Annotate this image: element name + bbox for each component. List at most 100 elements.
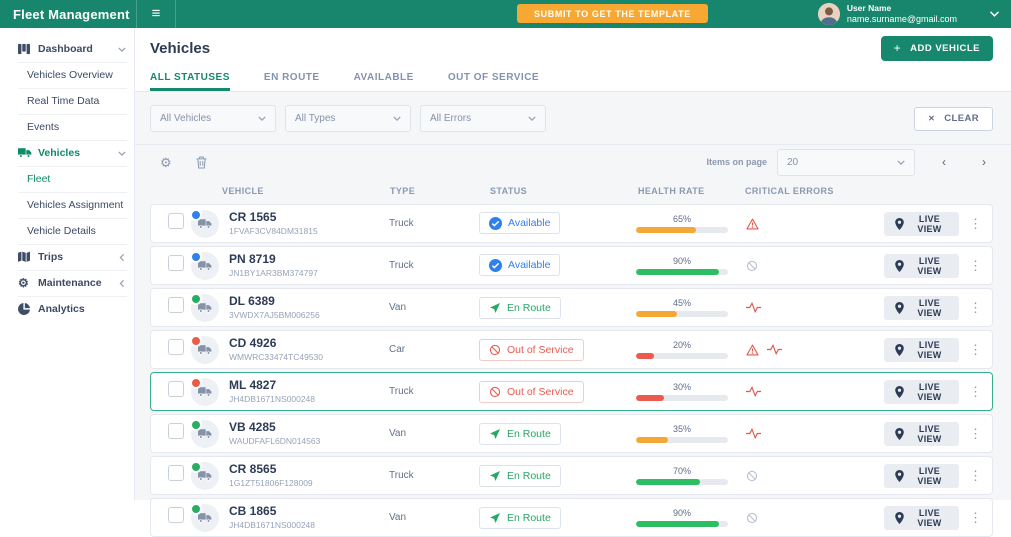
sidebar-item-analytics[interactable]: Analytics — [0, 296, 134, 322]
types-filter-value: All Types — [295, 113, 336, 124]
live-view-button[interactable]: LIVE VIEW — [884, 379, 959, 404]
health-rate-bar — [636, 269, 728, 275]
sidebar-item-trips[interactable]: Trips — [0, 244, 134, 270]
pie-chart-icon — [18, 303, 32, 315]
table-row[interactable]: CR 8565 1G1ZT51806F128009 Truck En Route 70%… — [150, 456, 993, 495]
submit-template-button[interactable]: SUBMIT TO GET THE TEMPLATE — [517, 4, 708, 24]
row-menu-kebab-icon[interactable]: ⋮ — [959, 216, 992, 232]
column-header-type: TYPE — [390, 186, 416, 196]
table-row[interactable]: PN 8719 JN1BY1AR3BM374797 Truck Available 90… — [150, 246, 993, 285]
vehicle-type: Van — [389, 302, 407, 313]
live-view-button[interactable]: LIVE VIEW — [884, 463, 959, 488]
sidebar-item-real-time-data[interactable]: Real Time Data — [0, 88, 134, 114]
status-dot — [190, 208, 202, 221]
errors-filter-select[interactable]: All Errors — [420, 105, 546, 132]
live-view-label: LIVE VIEW — [917, 297, 942, 318]
table-row[interactable]: CB 1865 JH4DB1671NS000248 Van En Route 90% LI… — [150, 498, 993, 537]
column-header-health-rate: HEALTH RATE — [638, 186, 705, 196]
live-view-button[interactable]: LIVE VIEW — [884, 337, 959, 362]
status-badge: En Route — [479, 464, 561, 487]
critical-errors — [744, 344, 884, 356]
row-checkbox[interactable] — [168, 297, 184, 313]
row-checkbox[interactable] — [168, 255, 184, 271]
sidebar-item-label: Vehicles Overview — [27, 69, 113, 81]
row-checkbox[interactable] — [168, 423, 184, 439]
previous-page-button[interactable]: ‹ — [935, 155, 953, 169]
live-view-button[interactable]: LIVE VIEW — [884, 505, 959, 530]
health-rate-bar — [636, 353, 728, 359]
chevron-down-icon — [528, 116, 536, 121]
status-badge: En Route — [479, 506, 561, 529]
vehicle-vin: JH4DB1671NS000248 — [229, 519, 316, 530]
row-menu-kebab-icon[interactable]: ⋮ — [959, 384, 992, 400]
chevron-down-icon — [118, 150, 126, 156]
status-badge: En Route — [479, 296, 561, 319]
row-checkbox[interactable] — [168, 213, 184, 229]
critical-errors — [744, 428, 884, 439]
sidebar-item-vehicle-details[interactable]: Vehicle Details — [0, 218, 134, 244]
live-view-button[interactable]: LIVE VIEW — [884, 253, 959, 278]
settings-gear-icon[interactable]: ⚙ — [160, 156, 172, 169]
health-rate-value: 35% — [672, 424, 691, 434]
user-avatar — [817, 2, 840, 25]
tab-available[interactable]: AVAILABLE — [354, 66, 414, 91]
status-dot — [190, 502, 202, 515]
row-menu-kebab-icon[interactable]: ⋮ — [959, 510, 992, 526]
row-checkbox[interactable] — [168, 465, 184, 481]
row-menu-kebab-icon[interactable]: ⋮ — [959, 258, 992, 274]
row-checkbox[interactable] — [168, 339, 184, 355]
clear-label: CLEAR — [944, 113, 979, 124]
sidebar-item-vehicles-overview[interactable]: Vehicles Overview — [0, 62, 134, 88]
items-per-page-select[interactable]: 20 — [777, 148, 915, 176]
vehicle-type: Van — [389, 512, 407, 523]
vehicle-avatar — [190, 334, 219, 364]
sidebar-item-label: Vehicles — [38, 147, 81, 159]
clear-filters-button[interactable]: ✕ CLEAR — [914, 106, 993, 131]
row-checkbox[interactable] — [168, 381, 184, 397]
table-row[interactable]: DL 6389 3VWDX7AJ5BM006256 Van En Route 45% LI… — [150, 288, 993, 327]
location-pin-icon — [895, 301, 904, 314]
column-header-status: STATUS — [490, 186, 528, 196]
row-menu-kebab-icon[interactable]: ⋮ — [959, 342, 992, 358]
chevron-down-icon — [118, 46, 126, 52]
live-view-button[interactable]: LIVE VIEW — [884, 295, 959, 320]
sidebar-item-label: Real Time Data — [27, 95, 100, 107]
check-circle-icon — [489, 258, 502, 272]
hamburger-menu-icon[interactable]: ≡ — [136, 0, 176, 28]
table-row[interactable]: ML 4827 JH4DB1671NS000248 Truck Out of Serv… — [150, 372, 993, 411]
tab-out-of-service[interactable]: OUT OF SERVICE — [448, 66, 539, 91]
sidebar-item-fleet[interactable]: Fleet — [0, 166, 134, 192]
vehicle-vin: WAUDFAFL6DN014563 — [229, 435, 321, 446]
next-page-button[interactable]: › — [975, 155, 993, 169]
vehicle-type: Truck — [389, 218, 414, 229]
live-view-button[interactable]: LIVE VIEW — [884, 421, 959, 446]
tab-en-route[interactable]: EN ROUTE — [264, 66, 320, 91]
vehicle-avatar — [190, 376, 219, 406]
column-header-critical-errors: CRITICAL ERRORS — [745, 186, 834, 196]
table-row[interactable]: CD 4926 WMWRC33474TC49530 Car Out of Servic… — [150, 330, 993, 369]
table-row[interactable]: CR 1565 1FVAF3CV84DM31815 Truck Available 65… — [150, 204, 993, 243]
row-menu-kebab-icon[interactable]: ⋮ — [959, 468, 992, 484]
vehicle-name: CD 4926 — [229, 336, 277, 351]
status-dot — [190, 250, 202, 263]
live-view-button[interactable]: LIVE VIEW — [884, 211, 959, 236]
table-row[interactable]: VB 4285 WAUDFAFL6DN014563 Van En Route 35% LI… — [150, 414, 993, 453]
vehicles-filter-select[interactable]: All Vehicles — [150, 105, 276, 132]
location-pin-icon — [895, 427, 904, 440]
pulse-icon — [746, 428, 761, 439]
trash-icon[interactable] — [196, 155, 207, 169]
add-vehicle-button[interactable]: + ADD VEHICLE — [880, 35, 993, 61]
row-menu-kebab-icon[interactable]: ⋮ — [959, 300, 992, 316]
sidebar-item-vehicles[interactable]: Vehicles — [0, 140, 134, 166]
trips-icon — [18, 251, 32, 263]
sidebar-item-maintenance[interactable]: ⚙ Maintenance — [0, 270, 134, 296]
sidebar-item-dashboard[interactable]: Dashboard — [0, 36, 134, 62]
tab-all-statuses[interactable]: ALL STATUSES — [150, 66, 230, 91]
types-filter-select[interactable]: All Types — [285, 105, 411, 132]
row-checkbox[interactable] — [168, 507, 184, 523]
user-menu[interactable]: User Name name.surname@gmail.com — [817, 2, 999, 25]
chevron-down-icon — [258, 116, 266, 121]
row-menu-kebab-icon[interactable]: ⋮ — [959, 426, 992, 442]
sidebar-item-vehicles-assignment[interactable]: Vehicles Assignment — [0, 192, 134, 218]
sidebar-item-events[interactable]: Events — [0, 114, 134, 140]
